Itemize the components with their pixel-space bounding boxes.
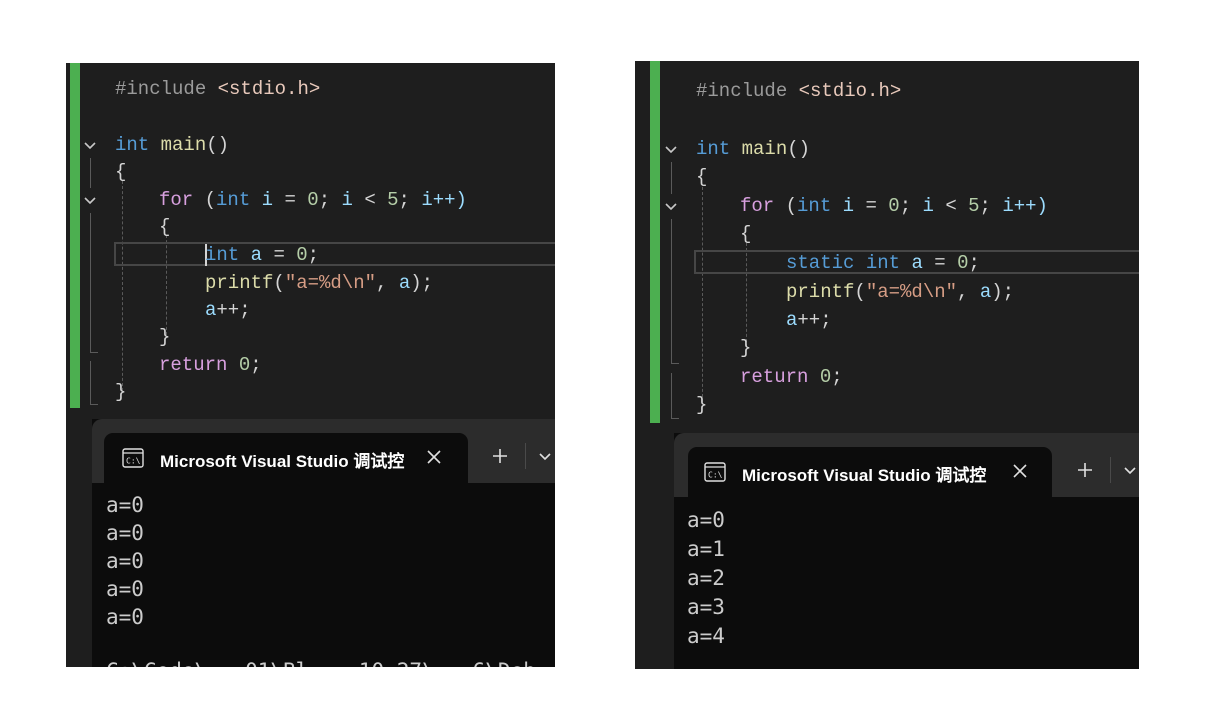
tab-separator <box>525 443 526 469</box>
code-line-for: for (int i = 0; i < 5; i++) <box>740 195 1048 217</box>
console-tab-bar: C:\ Microsoft Visual Studio 调试控 <box>674 433 1139 497</box>
console-output-line: a=3 <box>687 595 725 619</box>
svg-text:C:\: C:\ <box>708 471 723 480</box>
code-line-printf: printf("a=%d\n", a); <box>205 272 434 294</box>
console-output-line: a=2 <box>687 566 725 590</box>
console-tab-title: Microsoft Visual Studio 调试控 <box>160 452 405 471</box>
code-line-brace: { <box>740 223 752 245</box>
code-editor[interactable]: #include <stdio.h> int main() { for (int… <box>635 61 1139 423</box>
code-line-brace: { <box>159 216 171 238</box>
code-line-increment: a++; <box>786 309 832 331</box>
console-output-line: a=0 <box>106 605 144 629</box>
console-output-line: a=0 <box>106 521 144 545</box>
code-line-increment: a++; <box>205 299 251 321</box>
code-line-brace: } <box>740 337 752 359</box>
console-tab-title: Microsoft Visual Studio 调试控 <box>742 466 987 485</box>
code-line-brace: } <box>696 394 708 416</box>
console-output-line: a=1 <box>687 537 725 561</box>
new-tab-plus-icon[interactable] <box>1075 460 1095 480</box>
console-tab[interactable]: C:\ Microsoft Visual Studio 调试控 <box>104 433 468 483</box>
code-line-brace: } <box>159 326 171 348</box>
code-line-printf: printf("a=%d\n", a); <box>786 281 1015 303</box>
chevron-down-icon[interactable] <box>1123 463 1137 477</box>
code-line-brace: } <box>115 381 127 403</box>
debug-console-window: C:\ Microsoft Visual Studio 调试控 a=0 a=1 … <box>674 433 1139 669</box>
code-line-decl: int a = 0; <box>205 244 320 266</box>
close-icon[interactable] <box>424 447 444 467</box>
left-editor-panel: #include <stdio.h> int main() { for (int… <box>66 63 555 667</box>
right-editor-panel: #include <stdio.h> int main() { for (int… <box>635 61 1139 669</box>
console-icon: C:\ <box>704 462 726 482</box>
svg-text:C:\: C:\ <box>126 457 141 466</box>
console-output-line: a=0 <box>106 577 144 601</box>
console-output-line: a=0 <box>106 549 144 573</box>
code-line-return: return 0; <box>740 366 843 388</box>
code-line-include: #include <stdio.h> <box>115 78 321 100</box>
console-path-line: C:\Code\...01\Bl... 10.27\...6\Deb <box>106 659 536 667</box>
code-line-for: for (int i = 0; i < 5; i++) <box>159 189 467 211</box>
code-line-main: int main() <box>696 138 811 160</box>
code-line-main: int main() <box>115 134 230 156</box>
console-icon: C:\ <box>122 448 144 468</box>
console-output-line: a=0 <box>687 508 725 532</box>
console-output-line: a=0 <box>106 493 144 517</box>
new-tab-plus-icon[interactable] <box>490 446 510 466</box>
console-output-line: a=4 <box>687 624 725 648</box>
console-tab-bar: C:\ Microsoft Visual Studio 调试控 <box>92 419 555 483</box>
code-line-brace: { <box>115 161 127 183</box>
close-icon[interactable] <box>1010 461 1030 481</box>
debug-console-window: C:\ Microsoft Visual Studio 调试控 a=0 a=0 … <box>92 419 555 667</box>
console-tab[interactable]: C:\ Microsoft Visual Studio 调试控 <box>688 447 1052 497</box>
code-editor[interactable]: #include <stdio.h> int main() { for (int… <box>66 63 555 408</box>
code-line-include: #include <stdio.h> <box>696 80 902 102</box>
tab-separator <box>1110 457 1111 483</box>
code-line-decl: static int a = 0; <box>786 252 980 274</box>
code-line-brace: { <box>696 166 708 188</box>
chevron-down-icon[interactable] <box>538 449 552 463</box>
code-line-return: return 0; <box>159 354 262 376</box>
